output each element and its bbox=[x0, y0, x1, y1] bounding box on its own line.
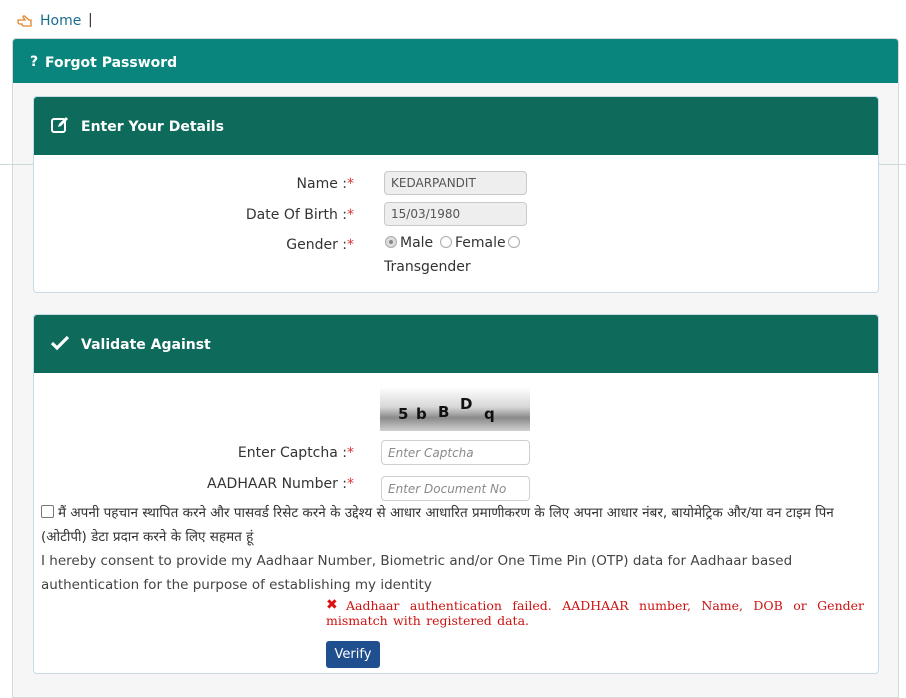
consent-text-english: I hereby consent to provide my Aadhaar N… bbox=[41, 553, 793, 593]
gender-transgender-radio[interactable] bbox=[508, 236, 520, 248]
details-panel-header: Enter Your Details bbox=[34, 97, 878, 155]
breadcrumb: Home | bbox=[0, 0, 906, 38]
pointing-hand-icon bbox=[17, 15, 32, 27]
error-message-line2: mismatch with registered data. bbox=[326, 613, 529, 628]
page-title: Forgot Password bbox=[45, 55, 178, 71]
validate-panel: Validate Against 5 b B D q Enter Captcha… bbox=[33, 314, 879, 674]
dob-field[interactable] bbox=[384, 202, 527, 226]
check-icon bbox=[50, 335, 70, 351]
forgot-password-header: ? Forgot Password bbox=[13, 39, 898, 83]
validate-panel-title: Validate Against bbox=[81, 337, 211, 353]
captcha-char: D bbox=[460, 395, 473, 413]
breadcrumb-separator: | bbox=[88, 12, 93, 28]
captcha-input[interactable] bbox=[381, 440, 530, 465]
details-panel: Enter Your Details Name :* Date Of Birth… bbox=[33, 96, 879, 293]
name-field[interactable] bbox=[384, 171, 527, 195]
question-icon: ? bbox=[30, 54, 39, 70]
name-label: Name :* bbox=[296, 176, 354, 192]
captcha-label: Enter Captcha :* bbox=[237, 445, 354, 461]
captcha-char: B bbox=[438, 403, 450, 421]
error-message: Aadhaar authentication failed. AADHAAR n… bbox=[346, 598, 864, 613]
details-panel-title: Enter Your Details bbox=[81, 119, 224, 135]
aadhaar-label: AADHAAR Number :* bbox=[207, 476, 354, 492]
gender-female-radio[interactable] bbox=[440, 236, 452, 248]
dob-label: Date Of Birth :* bbox=[245, 207, 354, 223]
gender-male-label: Male bbox=[400, 235, 434, 251]
gender-transgender-label: Transgender bbox=[384, 259, 471, 275]
captcha-image: 5 b B D q bbox=[380, 387, 530, 431]
validate-panel-header: Validate Against bbox=[34, 315, 878, 373]
captcha-char: q bbox=[484, 405, 495, 423]
verify-button[interactable]: Verify bbox=[326, 641, 380, 668]
consent-text-hindi: मैं अपनी पहचान स्थापित करने और पासवर्ड र… bbox=[41, 505, 834, 545]
aadhaar-input[interactable] bbox=[381, 476, 530, 501]
home-link[interactable]: Home bbox=[40, 13, 81, 29]
gender-male-radio[interactable] bbox=[385, 236, 397, 248]
captcha-char: b bbox=[416, 405, 427, 423]
captcha-char: 5 bbox=[398, 405, 409, 423]
gender-label: Gender :* bbox=[286, 237, 354, 253]
gender-female-label: Female bbox=[455, 235, 506, 251]
edit-icon bbox=[51, 117, 68, 133]
